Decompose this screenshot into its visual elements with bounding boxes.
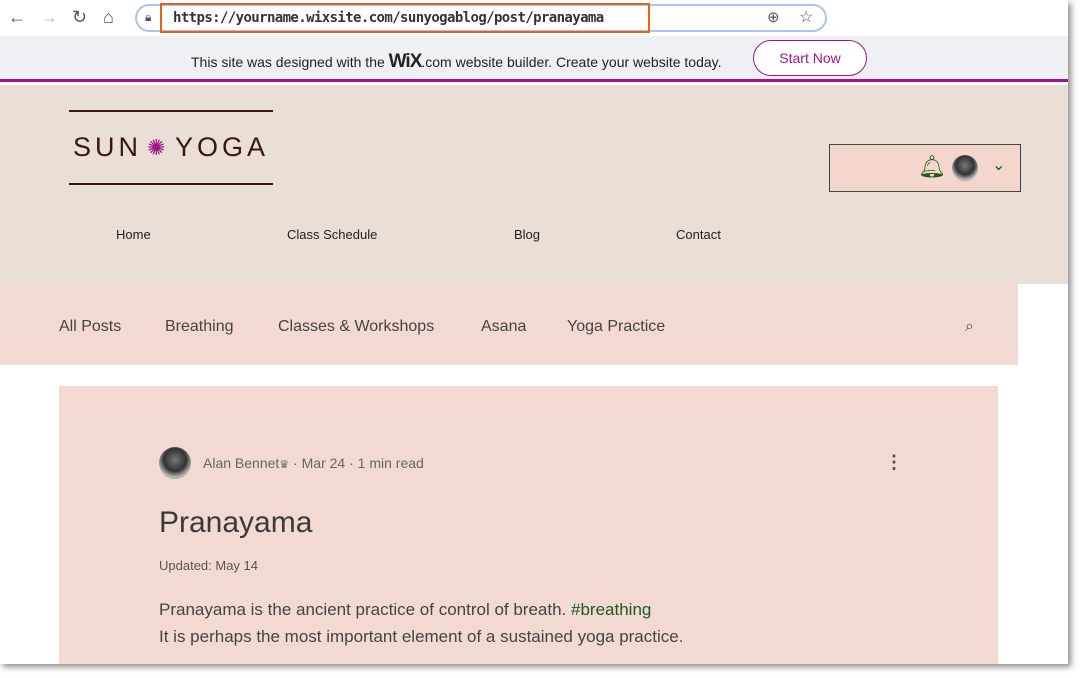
category-all-posts[interactable]: All Posts <box>59 318 121 336</box>
browser-toolbar: ← → ↻ ⌂ 🔒︎ ⊕ ☆ https://yourname.wixsite.… <box>0 0 1068 36</box>
url-text[interactable]: https://yourname.wixsite.com/sunyogablog… <box>173 10 604 26</box>
nav-blog[interactable]: Blog <box>514 227 540 242</box>
post-title: Pranayama <box>159 506 313 539</box>
category-asana[interactable]: Asana <box>481 318 526 336</box>
chevron-down-icon[interactable]: ⌄ <box>992 155 1005 175</box>
read-time: 1 min read <box>357 455 424 471</box>
bell-icon[interactable]: 🔔︎ <box>918 154 946 180</box>
updated-date: Updated: May 14 <box>159 558 259 573</box>
post-date: Mar 24 <box>301 455 346 471</box>
crown-icon: ♛ <box>279 459 290 471</box>
wix-banner: This site was designed with the WiX.com … <box>0 36 1068 82</box>
hashtag-link[interactable]: #breathing <box>571 600 651 619</box>
nav-class-schedule[interactable]: Class Schedule <box>287 227 377 242</box>
site-header: SUN ✺ YOGA 🔔︎ ⌄ Home Class Schedule Blog… <box>0 85 1068 284</box>
reload-icon[interactable]: ↻ <box>72 7 87 28</box>
user-menu[interactable]: 🔔︎ ⌄ <box>829 144 1021 192</box>
wix-banner-text: This site was designed with the WiX.com … <box>191 51 722 72</box>
zoom-icon[interactable]: ⊕ <box>767 8 780 26</box>
more-options-icon[interactable]: ⋮ <box>885 452 903 473</box>
post-card: Alan Bennet♛ · Mar 24 · 1 min read ⋮ Pra… <box>59 386 998 664</box>
category-nav: All Posts Breathing Classes & Workshops … <box>0 284 1018 365</box>
flower-icon: ✺ <box>147 135 170 160</box>
nav-home[interactable]: Home <box>116 227 151 242</box>
category-yoga-practice[interactable]: Yoga Practice <box>567 318 665 336</box>
author-avatar[interactable] <box>159 447 191 479</box>
start-now-button[interactable]: Start Now <box>753 40 867 76</box>
search-icon[interactable]: ⌕ <box>965 318 974 336</box>
back-icon[interactable]: ← <box>8 7 26 28</box>
post-meta: Alan Bennet♛ · Mar 24 · 1 min read <box>203 455 424 471</box>
home-icon[interactable]: ⌂ <box>103 7 114 28</box>
category-breathing[interactable]: Breathing <box>165 318 234 336</box>
post-body: Pranayama is the ancient practice of con… <box>159 600 684 646</box>
user-avatar[interactable] <box>952 155 978 181</box>
author-name[interactable]: Alan Bennet <box>203 455 279 471</box>
nav-contact[interactable]: Contact <box>676 227 721 242</box>
category-classes-workshops[interactable]: Classes & Workshops <box>278 318 434 336</box>
star-icon[interactable]: ☆ <box>799 7 813 27</box>
lock-icon: 🔒︎ <box>145 10 152 24</box>
forward-icon[interactable]: → <box>40 7 58 28</box>
site-logo[interactable]: SUN ✺ YOGA <box>69 110 273 185</box>
